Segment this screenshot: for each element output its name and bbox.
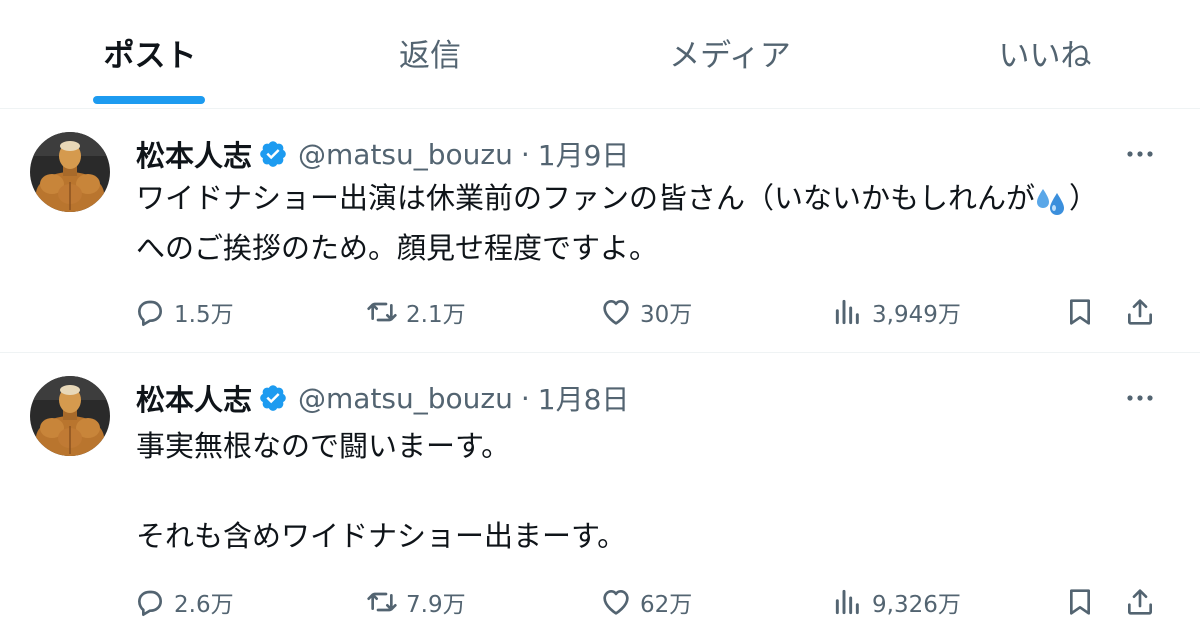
views-count: 3,949万 <box>872 302 961 328</box>
post-header: 松本人志 @matsu_bouzu · 1月8日 <box>136 378 629 418</box>
post[interactable]: 松本人志 @matsu_bouzu · 1月9日 ワイドナショー出演は休業前のフ… <box>0 110 1200 353</box>
avatar[interactable] <box>30 132 110 212</box>
avatar[interactable] <box>30 376 110 456</box>
active-tab-indicator <box>93 96 205 104</box>
action-bar: 1.5万 2.1万 30万 3,949万 <box>0 290 1200 334</box>
handle[interactable]: @matsu_bouzu <box>298 382 513 415</box>
bookmark-button[interactable] <box>1064 290 1104 334</box>
separator: · <box>520 137 530 171</box>
share-button[interactable] <box>1124 290 1164 334</box>
display-name[interactable]: 松本人志 <box>136 377 252 419</box>
like-button[interactable]: 30万 <box>600 290 692 334</box>
sweat-droplets-icon <box>1037 189 1065 215</box>
post-header: 松本人志 @matsu_bouzu · 1月9日 <box>136 134 629 174</box>
more-icon[interactable] <box>1120 140 1160 168</box>
post-text: 事実無根なので闘いまーす。 <box>136 429 511 463</box>
share-icon <box>1128 589 1152 615</box>
post[interactable]: 松本人志 @matsu_bouzu · 1月8日 事実無根なので闘いまーす。 そ… <box>0 354 1200 644</box>
like-button[interactable]: 62万 <box>600 580 692 624</box>
repost-icon <box>367 592 397 612</box>
repost-count: 2.1万 <box>406 302 466 328</box>
post-text: ワイドナショー出演は休業前のファンの皆さん（いないかもしれんが <box>136 181 1036 215</box>
share-button[interactable] <box>1124 580 1164 624</box>
like-icon <box>603 300 629 325</box>
like-count: 62万 <box>640 592 693 618</box>
more-icon[interactable] <box>1120 384 1160 412</box>
tab-posts[interactable]: ポスト <box>55 0 245 108</box>
post-text: それも含めワイドナショー出まーす。 <box>136 519 627 553</box>
verified-badge-icon <box>260 141 286 167</box>
views-button[interactable]: 3,949万 <box>832 290 961 334</box>
handle[interactable]: @matsu_bouzu <box>298 138 513 171</box>
post-date[interactable]: 1月8日 <box>538 378 630 418</box>
repost-count: 7.9万 <box>406 592 466 618</box>
profile-tabs: ポスト 返信 メディア いいね <box>0 0 1200 109</box>
verified-badge-icon <box>260 385 286 411</box>
post-text: へのご挨拶のため。顔見せ程度ですよ。 <box>136 231 659 265</box>
repost-button[interactable]: 7.9万 <box>366 580 466 624</box>
display-name[interactable]: 松本人志 <box>136 133 252 175</box>
tab-replies[interactable]: 返信 <box>335 0 525 108</box>
reply-icon <box>138 590 162 616</box>
tab-media[interactable]: メディア <box>635 0 825 108</box>
like-icon <box>603 590 629 615</box>
tab-likes[interactable]: いいね <box>950 0 1140 108</box>
views-icon <box>835 589 859 615</box>
bookmark-icon <box>1070 299 1090 325</box>
action-bar: 2.6万 7.9万 62万 9,326万 <box>0 580 1200 624</box>
bookmark-button[interactable] <box>1064 580 1104 624</box>
repost-icon <box>367 302 397 322</box>
post-text-end: ） <box>1069 181 1099 215</box>
reply-button[interactable]: 2.6万 <box>134 580 234 624</box>
reply-count: 1.5万 <box>174 302 234 328</box>
views-count: 9,326万 <box>872 592 961 618</box>
bookmark-icon <box>1070 589 1090 615</box>
separator: · <box>520 381 530 415</box>
reply-icon <box>138 300 162 326</box>
repost-button[interactable]: 2.1万 <box>366 290 466 334</box>
post-date[interactable]: 1月9日 <box>538 134 630 174</box>
share-icon <box>1128 299 1152 325</box>
post-text-line: ワイドナショー出演は休業前のファンの皆さん（いないかもしれんが ） <box>136 172 1098 224</box>
views-button[interactable]: 9,326万 <box>832 580 961 624</box>
views-icon <box>835 299 859 325</box>
reply-button[interactable]: 1.5万 <box>134 290 234 334</box>
reply-count: 2.6万 <box>174 592 234 618</box>
like-count: 30万 <box>640 302 693 328</box>
